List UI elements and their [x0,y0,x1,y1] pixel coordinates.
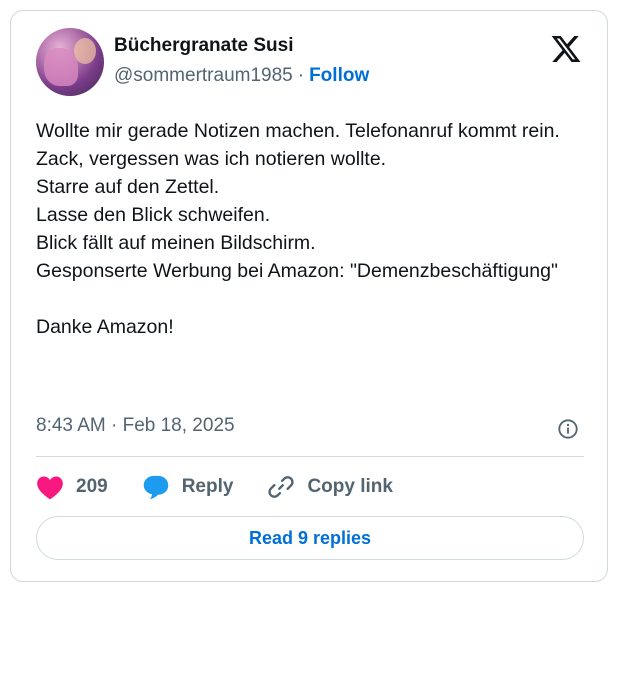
tweet-card: Büchergranate Susi @sommertraum1985 · Foll… [10,10,608,582]
separator-dot: · [297,65,305,86]
avatar[interactable] [36,28,104,96]
like-button[interactable]: 209 [36,474,108,500]
follow-link[interactable]: Follow [309,65,369,86]
tweet-text: Wollte mir gerade Notizen machen. Telefo… [36,120,560,338]
link-icon [268,476,295,498]
avatar-shape [44,48,78,86]
x-logo-icon[interactable] [550,33,582,65]
info-icon[interactable] [557,418,579,440]
action-bar: 209 Reply Copy link [36,469,427,505]
author-display-name[interactable]: Büchergranate Susi [114,35,294,57]
reply-label: Reply [181,476,234,497]
copy-link-button[interactable]: Copy link [267,473,393,501]
author-handle-row: @sommertraum1985 · Follow [114,65,369,87]
tweet-timestamp[interactable]: 8:43 AM · Feb 18, 2025 [36,415,235,437]
copy-link-label: Copy link [307,476,393,497]
speech-bubble-icon [143,475,168,500]
read-replies-button[interactable]: Read 9 replies [36,516,584,560]
author-handle[interactable]: @sommertraum1985 [114,65,293,86]
avatar-shape [74,38,96,64]
like-count: 209 [76,476,108,497]
heart-icon [37,476,63,500]
divider [36,456,584,457]
reply-button[interactable]: Reply [142,474,234,500]
